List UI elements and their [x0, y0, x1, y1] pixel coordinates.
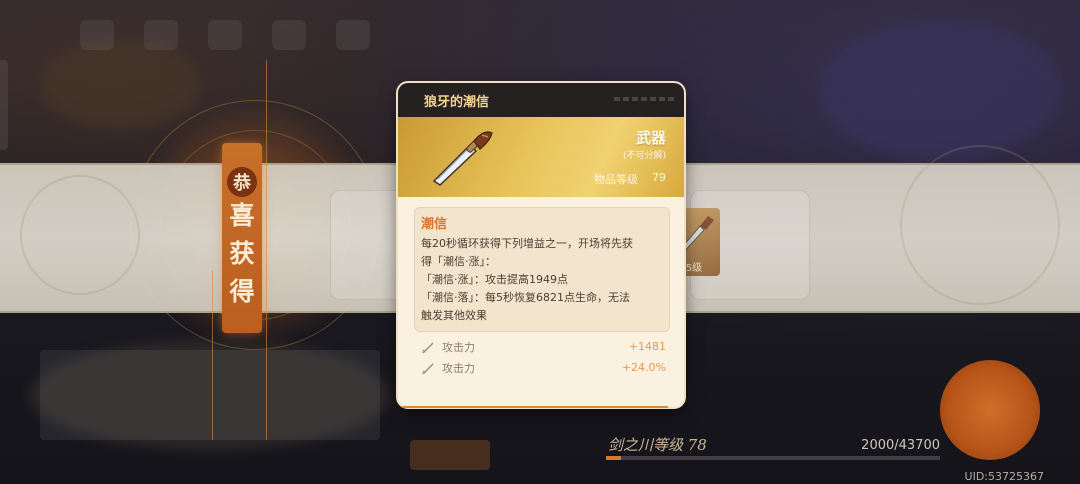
congrats-char: 获	[229, 239, 255, 268]
congrats-char: 喜	[229, 201, 255, 230]
dagger-icon	[432, 131, 493, 186]
effect-title: 潮信	[421, 217, 448, 232]
exp-bar	[606, 456, 940, 460]
sword-icon	[422, 362, 433, 374]
item-level-value: 79	[652, 171, 666, 184]
item-note: (不可分解)	[622, 151, 666, 161]
effect-line: 「潮信·落」：每5秒恢复6821点生命，无法	[421, 291, 630, 304]
effect-line: 触发其他效果	[421, 309, 487, 322]
effect-line: 「潮信·涨」：攻击提高1949点	[421, 273, 568, 286]
tooltip-hero: 武器 (不可分解) 物品等级 79	[398, 117, 684, 197]
tooltip-underline	[402, 406, 668, 408]
level-label: 剑之川等级 78	[608, 436, 707, 454]
blurred-panel	[40, 350, 380, 440]
item-name: 狼牙的潮信	[424, 94, 490, 110]
background-icon-row	[80, 20, 370, 50]
effect-line: 得「潮信·涨」：	[421, 255, 496, 268]
stat-row: 攻击力 +1481	[420, 336, 666, 357]
item-category: 武器	[635, 129, 666, 147]
side-tab	[0, 60, 8, 150]
stat-name: 攻击力	[442, 361, 475, 375]
effect-line: 每20秒循环获得下列增益之一，开场将先获	[421, 237, 633, 250]
congrats-banner: 恭 喜 获 得	[222, 143, 262, 333]
tooltip-header: 狼牙的潮信	[398, 83, 684, 117]
exp-count: 2000/43700	[861, 438, 940, 453]
stat-name: 攻击力	[442, 340, 475, 354]
item-tooltip: 狼牙的潮信 武器 (不可分解) 物品等级 79 潮信 每20秒循环获得下列增益之…	[398, 83, 684, 407]
congrats-seal: 恭	[227, 167, 257, 197]
header-decoration	[614, 97, 674, 101]
stat-row: 攻击力 +24.0%	[420, 357, 666, 378]
congrats-char: 得	[229, 277, 255, 306]
sword-icon	[422, 341, 433, 353]
effect-box: 潮信 每20秒循环获得下列增益之一，开场将先获 得「潮信·涨」： 「潮信·涨」：…	[414, 207, 670, 332]
uid-label: UID:53725367	[964, 470, 1044, 483]
stat-value: +1481	[628, 340, 666, 353]
action-button[interactable]	[940, 360, 1040, 460]
stats-list: 攻击力 +1481 攻击力 +24.0%	[398, 336, 684, 378]
stat-value: +24.0%	[621, 361, 666, 374]
item-level-label: 物品等级	[594, 173, 638, 186]
blurred-button	[410, 440, 490, 470]
exp-bar-fill	[606, 456, 622, 460]
